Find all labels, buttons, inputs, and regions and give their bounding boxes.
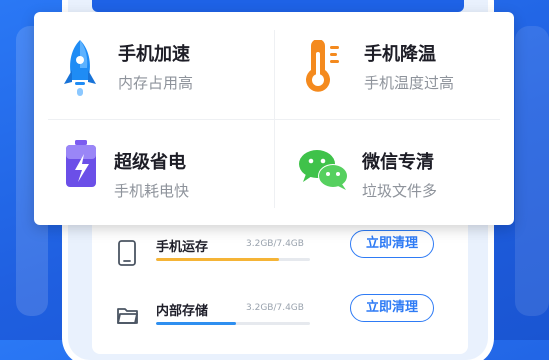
background-panel-right xyxy=(515,26,549,316)
clean-now-button-ram[interactable]: 立即清理 xyxy=(350,230,434,258)
folder-icon xyxy=(116,304,138,330)
rocket-icon xyxy=(60,38,100,104)
storage-title: 内部存储 xyxy=(156,304,209,319)
feature-subtitle: 垃圾文件多 xyxy=(362,182,438,200)
storage-row-ram: 手机运存 3.2GB/7.4GB 立即清理 xyxy=(92,230,468,286)
storage-progress-bar xyxy=(156,322,310,325)
storage-usage: 3.2GB/7.4GB xyxy=(246,303,304,313)
feature-title: 手机降温 xyxy=(364,44,436,65)
feature-phone-boost[interactable]: 手机加速 内存占用高 xyxy=(34,12,274,112)
feature-card: 手机加速 内存占用高 手机降温 手机温度过高 超级省电 手机耗电快 微信专清 垃… xyxy=(34,12,514,225)
storage-progress-fill xyxy=(156,322,237,325)
feature-power-saving[interactable]: 超级省电 手机耗电快 xyxy=(34,120,274,220)
storage-progress-bar xyxy=(156,258,310,261)
battery-icon xyxy=(64,140,100,194)
clean-now-button-internal[interactable]: 立即清理 xyxy=(350,294,434,322)
feature-subtitle: 手机温度过高 xyxy=(364,74,455,92)
storage-progress-fill xyxy=(156,258,280,261)
phone-icon xyxy=(116,240,138,266)
feature-wechat-clean[interactable]: 微信专清 垃圾文件多 xyxy=(274,120,514,220)
thermometer-icon xyxy=(302,39,342,100)
feature-subtitle: 手机耗电快 xyxy=(114,182,190,200)
storage-row-internal: 内部存储 3.2GB/7.4GB 立即清理 xyxy=(92,294,468,350)
wechat-icon xyxy=(298,148,350,196)
phone-header-strip xyxy=(92,0,464,12)
storage-title: 手机运存 xyxy=(156,240,209,255)
feature-title: 微信专清 xyxy=(362,152,434,173)
feature-subtitle: 内存占用高 xyxy=(118,74,194,92)
storage-usage: 3.2GB/7.4GB xyxy=(246,239,304,249)
feature-title: 超级省电 xyxy=(114,152,186,173)
storage-card: 手机运存 3.2GB/7.4GB 立即清理 内部存储 3.2GB/7.4GB 立… xyxy=(92,214,468,354)
feature-phone-cooling[interactable]: 手机降温 手机温度过高 xyxy=(274,12,514,112)
feature-title: 手机加速 xyxy=(118,44,190,65)
